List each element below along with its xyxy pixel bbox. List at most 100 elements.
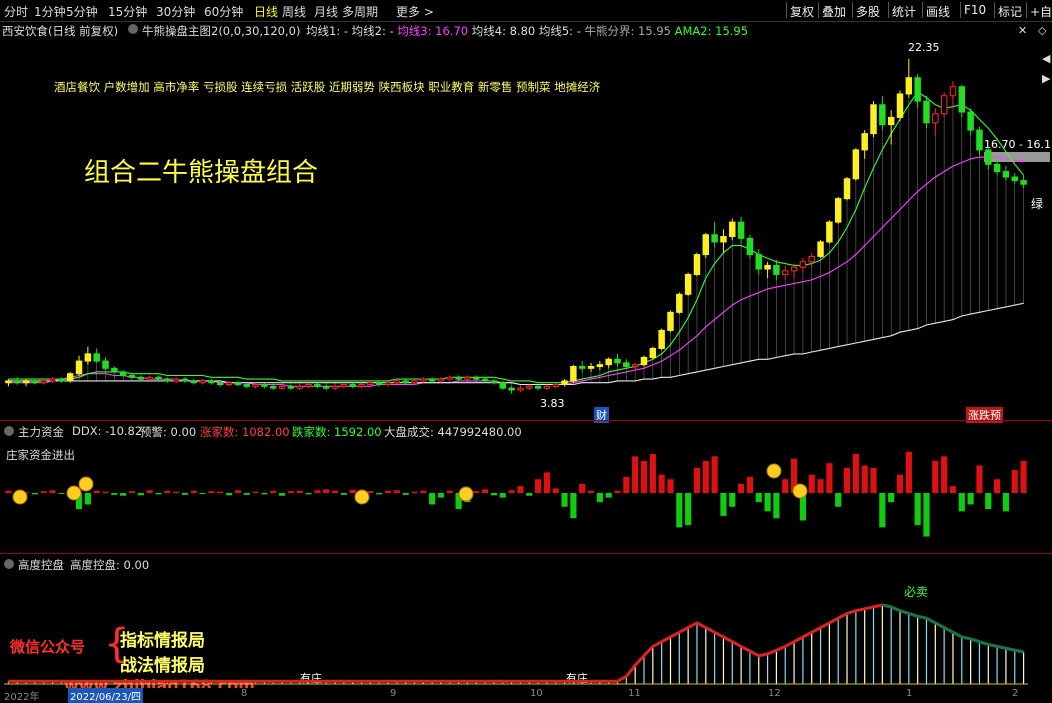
fund-bar xyxy=(508,490,515,493)
fund-bar xyxy=(393,490,400,493)
candle-body xyxy=(5,380,12,384)
candle-body xyxy=(737,221,745,239)
fund-bar xyxy=(579,483,586,493)
fund-bar xyxy=(482,489,489,493)
fund-bar xyxy=(861,465,868,493)
candle-body xyxy=(729,221,736,238)
candle-body xyxy=(940,95,948,115)
fund-bar xyxy=(720,493,727,516)
fund-bar xyxy=(252,491,259,493)
fund-bar xyxy=(199,493,206,494)
candle-body xyxy=(14,380,21,384)
smiley-icon xyxy=(458,486,474,502)
fund-bar xyxy=(552,488,559,493)
candle-body xyxy=(932,113,939,124)
candle-body xyxy=(993,163,1001,173)
fund-bar xyxy=(420,490,427,493)
candle-body xyxy=(658,329,665,349)
fund-bar xyxy=(102,491,109,493)
fund-bar xyxy=(835,493,842,507)
fund-bar xyxy=(870,467,877,493)
candle-body xyxy=(199,380,206,384)
candle-body xyxy=(358,384,365,387)
fund-bar xyxy=(376,493,383,495)
candle-body xyxy=(517,387,524,391)
candle-body xyxy=(455,376,462,380)
fund-bar xyxy=(632,456,639,493)
candle-body xyxy=(693,254,701,275)
candle-body xyxy=(526,385,533,389)
fund-bar xyxy=(958,493,965,512)
fund-bar xyxy=(446,490,453,493)
fund-bar xyxy=(596,493,603,503)
fund-bar xyxy=(296,490,303,493)
ma-line-1 xyxy=(8,302,1024,386)
ma-line-2 xyxy=(8,91,1025,384)
candle-body xyxy=(764,264,771,270)
fund-bar xyxy=(517,486,524,493)
fund-bar xyxy=(58,493,65,494)
fund-bar xyxy=(305,493,312,495)
fund-bar xyxy=(879,493,886,528)
candle-body xyxy=(967,111,974,131)
fund-bar xyxy=(649,454,656,493)
control-trend-line xyxy=(8,603,1024,683)
fund-bar xyxy=(217,491,224,493)
candle-body xyxy=(481,378,489,382)
fund-bar xyxy=(499,493,506,498)
fund-bar xyxy=(155,493,162,495)
candle-body xyxy=(181,378,189,382)
fund-bar xyxy=(746,476,754,493)
candle-body xyxy=(278,385,286,389)
fund-bar xyxy=(755,493,762,503)
candle-body xyxy=(208,380,215,384)
fund-bar xyxy=(146,490,153,493)
fund-bar xyxy=(932,460,939,493)
candle-body xyxy=(314,384,321,387)
candle-body xyxy=(570,365,577,382)
candle-body xyxy=(234,382,242,386)
fund-bar xyxy=(896,474,904,493)
fund-bar xyxy=(605,493,612,498)
smiley-icon xyxy=(766,463,782,479)
candle-body xyxy=(808,255,815,263)
candle-body xyxy=(420,378,427,382)
fund-bar xyxy=(764,493,771,512)
candle-body xyxy=(499,382,506,389)
candle-body xyxy=(614,358,621,364)
candle-body xyxy=(640,356,648,366)
candle-body xyxy=(49,378,56,382)
candle-body xyxy=(905,77,913,95)
candle-body xyxy=(287,385,295,389)
candle-body xyxy=(340,384,348,387)
fund-bar xyxy=(905,451,912,493)
candle-body xyxy=(667,311,674,331)
candle-body xyxy=(817,241,824,257)
fund-bar xyxy=(226,493,233,496)
fund-bar xyxy=(949,486,957,493)
fund-bar xyxy=(667,479,674,493)
candle-body xyxy=(755,254,762,270)
fund-bar xyxy=(323,489,330,493)
candle-body xyxy=(225,382,233,386)
fund-bar xyxy=(534,479,542,493)
fund-bar xyxy=(84,493,91,505)
candle-body xyxy=(534,385,542,389)
fund-bar xyxy=(367,491,374,493)
fund-bar xyxy=(623,476,630,493)
candle-body xyxy=(861,133,868,151)
fund-bar xyxy=(164,490,171,493)
candle-body xyxy=(923,100,930,124)
candle-body xyxy=(605,358,612,366)
candle-body xyxy=(437,378,445,382)
fund-bar xyxy=(1020,460,1027,493)
candle-body xyxy=(702,234,710,256)
fund-bar xyxy=(693,467,701,493)
fund-bar xyxy=(234,490,242,493)
fund-bar xyxy=(941,456,948,493)
fund-bar xyxy=(384,490,392,493)
fund-bar xyxy=(702,460,709,493)
candle-body xyxy=(543,385,551,389)
candle-body xyxy=(490,380,498,384)
smiley-icon xyxy=(78,476,94,492)
